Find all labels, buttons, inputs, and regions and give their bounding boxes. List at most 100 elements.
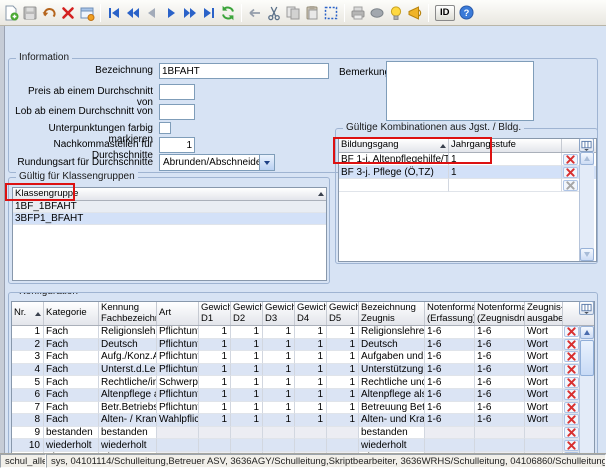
cell-d4[interactable]: 1 — [295, 402, 327, 415]
navigate-back-icon[interactable] — [246, 4, 264, 22]
list-item[interactable]: 1BF_1BFAHT — [13, 201, 326, 213]
cell-nf_erfassung[interactable]: 1-6 — [425, 376, 475, 389]
cell-d5[interactable] — [327, 439, 359, 452]
table-row[interactable]: 9bestandenbestandenbestanden — [12, 427, 594, 440]
cell-d3[interactable]: 1 — [263, 376, 295, 389]
column-header-bildungsgang[interactable]: Bildungsgang — [339, 139, 449, 152]
cell-bildungsgang[interactable]: BF 3-j. Pflege (Ö,TZ) — [339, 166, 449, 179]
column-header-nf_erfassung[interactable]: Notenformat (Erfassung) — [425, 302, 475, 325]
new-record-icon[interactable] — [2, 4, 20, 22]
help-icon[interactable]: ? — [458, 4, 476, 22]
fast-backward-icon[interactable] — [124, 4, 142, 22]
cell-d4[interactable]: 1 — [295, 326, 327, 339]
first-record-icon[interactable] — [105, 4, 123, 22]
cell-d4[interactable]: 1 — [295, 351, 327, 364]
cell-d1[interactable] — [199, 427, 231, 440]
cell-ausgabe[interactable]: Wort — [525, 414, 563, 427]
cell-jahrgangsstufe[interactable]: 1 — [449, 153, 562, 166]
cell-d4[interactable]: 1 — [295, 364, 327, 377]
cell-d1[interactable]: 1 — [199, 351, 231, 364]
cell-kennung[interactable]: Betr.Betriebsp... — [99, 402, 157, 415]
fast-forward-icon[interactable] — [181, 4, 199, 22]
cell-d4[interactable] — [295, 427, 327, 440]
cell-nf_druck[interactable] — [475, 427, 525, 440]
cell-kategorie[interactable]: Fach — [44, 326, 99, 339]
cell-kategorie[interactable]: Fach — [44, 364, 99, 377]
cell-d5[interactable] — [327, 427, 359, 440]
cell-nf_erfassung[interactable]: 1-6 — [425, 414, 475, 427]
delete-row-button[interactable] — [564, 414, 579, 425]
cell-d5[interactable]: 1 — [327, 364, 359, 377]
cell-d4[interactable] — [295, 439, 327, 452]
cell-nf_erfassung[interactable]: 1-6 — [425, 389, 475, 402]
cell-art[interactable]: Pflichtunt — [157, 326, 199, 339]
cell-nf_druck[interactable]: 1-6 — [475, 351, 525, 364]
column-header-nr[interactable]: Nr. — [12, 302, 44, 325]
cell-d3[interactable]: 1 — [263, 339, 295, 352]
cell-nf_druck[interactable]: 1-6 — [475, 339, 525, 352]
cell-d5[interactable]: 1 — [327, 389, 359, 402]
cell-d3[interactable] — [263, 439, 295, 452]
delete-row-button[interactable] — [564, 364, 579, 375]
table-row[interactable]: 6FachAltenpflege al...Pflichtunt11111Alt… — [12, 389, 594, 402]
print-icon[interactable] — [349, 4, 367, 22]
cell-nr[interactable]: 3 — [12, 351, 44, 364]
column-header-d4[interactable]: Gewicht D4 — [295, 302, 327, 325]
cell-d1[interactable]: 1 — [199, 339, 231, 352]
cell-d1[interactable]: 1 — [199, 364, 231, 377]
column-header-ausgabe[interactable]: Zeugnis- ausgabe — [525, 302, 563, 325]
cell-ausgabe[interactable]: Wort — [525, 364, 563, 377]
cell-art[interactable]: Pflichtunt — [157, 402, 199, 415]
cell-klassengruppe[interactable]: 1BF_1BFAHT — [13, 201, 326, 213]
table-row[interactable]: 5FachRechtliche/ins...Schwerpu...11111Re… — [12, 376, 594, 389]
announcement-icon[interactable] — [406, 4, 424, 22]
table-row[interactable]: BF 3-j. Pflege (Ö,TZ)1 — [339, 166, 596, 179]
cell-bezeichnung[interactable]: wiederholt — [359, 439, 425, 452]
cell-d3[interactable]: 1 — [263, 364, 295, 377]
cell-ausgabe[interactable]: Wort — [525, 351, 563, 364]
preis-input[interactable] — [159, 84, 195, 100]
cell-kennung[interactable]: Aufg./Konz.Al... — [99, 351, 157, 364]
cell-art[interactable] — [157, 427, 199, 440]
cell-jahrgangsstufe[interactable] — [449, 179, 562, 192]
delete-row-button[interactable] — [563, 154, 578, 165]
cell-bildungsgang[interactable]: BF 1-j. Altenpflegehilfe/TZ — [339, 153, 449, 166]
column-header-jahrgangsstufe[interactable]: Jahrgangsstufe — [449, 139, 562, 152]
column-header-art[interactable]: Art — [157, 302, 199, 325]
cell-d5[interactable]: 1 — [327, 376, 359, 389]
cell-klassengruppe[interactable]: 3BFP1_BFAHT — [13, 213, 326, 225]
select-icon[interactable] — [322, 4, 340, 22]
column-header-nf_druck[interactable]: Notenformat (Zeugnisdruck) — [475, 302, 525, 325]
delete-row-button[interactable] — [564, 339, 579, 350]
delete-row-button[interactable] — [564, 389, 579, 400]
cell-kennung[interactable]: Alten- / Krank... — [99, 414, 157, 427]
rundungsart-dropdown[interactable]: Abrunden/Abschneiden — [159, 154, 275, 171]
delete-row-button[interactable] — [563, 180, 578, 191]
cell-d4[interactable]: 1 — [295, 389, 327, 402]
cell-bezeichnung[interactable]: Altenpflege als Be... — [359, 389, 425, 402]
cell-nf_druck[interactable]: 1-6 — [475, 414, 525, 427]
cell-d5[interactable]: 1 — [327, 351, 359, 364]
scroll-thumb[interactable] — [580, 340, 594, 376]
cell-nf_druck[interactable]: 1-6 — [475, 389, 525, 402]
lob-input[interactable] — [159, 104, 195, 120]
cell-d3[interactable] — [263, 427, 295, 440]
dropdown-arrow-button[interactable] — [259, 155, 274, 170]
cell-d1[interactable]: 1 — [199, 389, 231, 402]
cell-ausgabe[interactable]: Wort — [525, 339, 563, 352]
cell-ausgabe[interactable]: Wort — [525, 376, 563, 389]
table-row[interactable]: 7FachBetr.Betriebsp...Pflichtunt11111Bet… — [12, 402, 594, 415]
column-picker-button[interactable] — [579, 138, 594, 152]
cell-d3[interactable]: 1 — [263, 389, 295, 402]
table-row[interactable]: 1FachReligionslehr...Pflichtunt11111Reli… — [12, 326, 594, 339]
scroll-up-button[interactable] — [580, 152, 594, 165]
cell-kennung[interactable]: Religionslehr... — [99, 326, 157, 339]
hint-icon[interactable] — [387, 4, 405, 22]
cell-nf_erfassung[interactable]: 1-6 — [425, 364, 475, 377]
kombinationen-scrollbar[interactable] — [579, 152, 594, 261]
next-record-icon[interactable] — [162, 4, 180, 22]
cell-d2[interactable]: 1 — [231, 389, 263, 402]
cell-d2[interactable]: 1 — [231, 376, 263, 389]
cell-d2[interactable]: 1 — [231, 339, 263, 352]
cell-ausgabe[interactable] — [525, 439, 563, 452]
